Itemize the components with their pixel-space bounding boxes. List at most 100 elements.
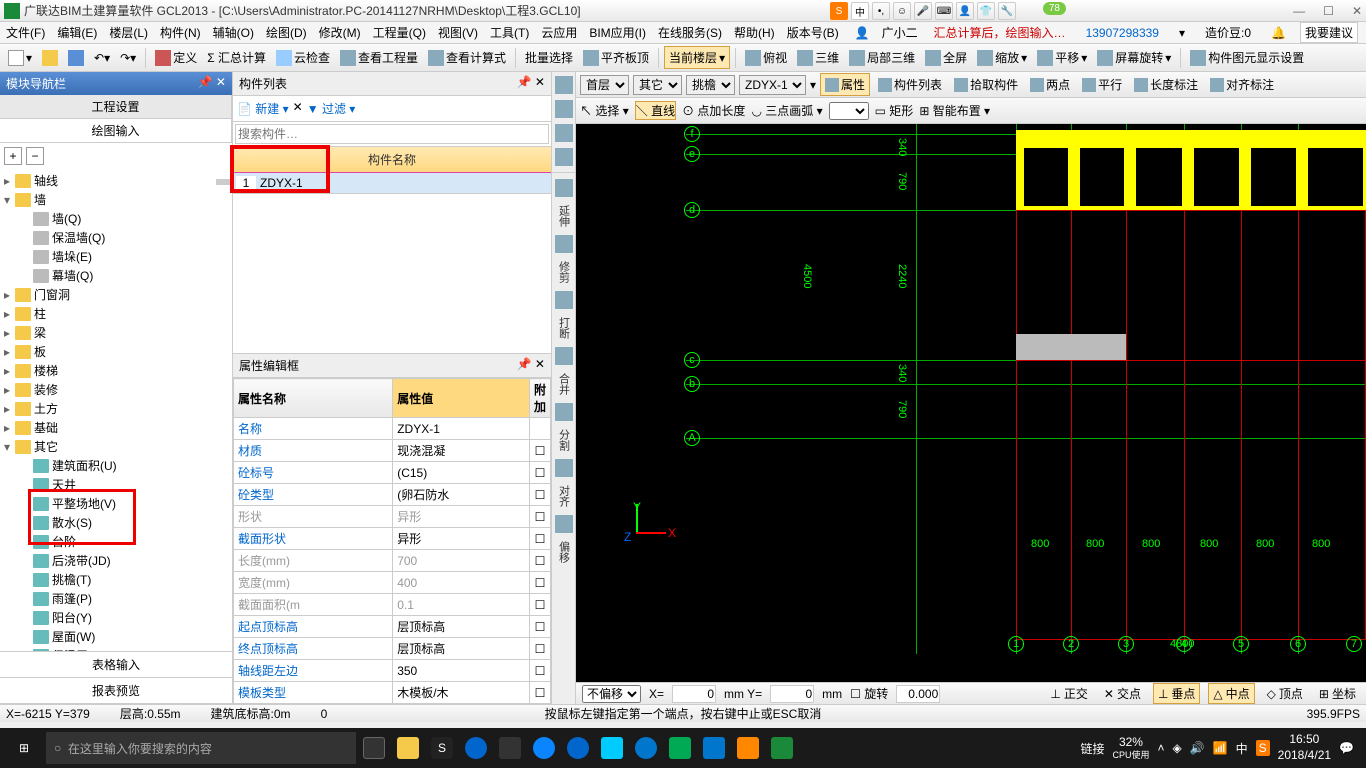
taskbar-search[interactable]: ○ 在这里输入你要搜索的内容 <box>46 732 356 764</box>
3d-button[interactable]: 三维 <box>793 47 843 68</box>
collapse-all-button[interactable]: − <box>26 147 44 165</box>
display-settings-button[interactable]: 构件图元显示设置 <box>1186 47 1308 68</box>
offset-button[interactable]: 偏移 <box>556 539 572 565</box>
menu-version[interactable]: 版本号(B) <box>781 24 845 41</box>
rotate-button[interactable]: 屏幕旋转▾ <box>1093 47 1175 68</box>
task-icon[interactable] <box>596 732 628 764</box>
break-button[interactable]: 打断 <box>556 315 572 341</box>
task-icon[interactable] <box>528 732 560 764</box>
menu-file[interactable]: 文件(F) <box>0 24 51 41</box>
ime-lang-icon[interactable]: 中 <box>851 2 869 20</box>
vtool-icon[interactable] <box>555 347 573 365</box>
parallel-button[interactable]: 平行 <box>1078 74 1126 95</box>
tray-network-icon[interactable]: 📶 <box>1213 741 1228 755</box>
vtool-icon[interactable] <box>555 459 573 477</box>
task-icon[interactable] <box>664 732 696 764</box>
arc-options[interactable] <box>829 102 869 120</box>
pan-button[interactable]: 平移▾ <box>1033 47 1091 68</box>
define-button[interactable]: 定义 <box>151 47 201 68</box>
pick-button[interactable]: 拾取构件 <box>950 74 1022 95</box>
delete-icon[interactable]: ✕ <box>293 100 303 117</box>
minimize-icon[interactable]: — <box>1293 4 1305 18</box>
zoom-button[interactable]: 缩放▾ <box>973 47 1031 68</box>
view-qty-button[interactable]: 查看工程量 <box>336 47 422 68</box>
task-icon[interactable] <box>766 732 798 764</box>
view-calc-button[interactable]: 查看计算式 <box>424 47 510 68</box>
vtool-icon[interactable] <box>555 515 573 533</box>
task-icon[interactable] <box>698 732 730 764</box>
task-icon[interactable] <box>732 732 764 764</box>
suggest-button[interactable]: 我要建议 <box>1300 22 1358 43</box>
pin-icon[interactable]: 📌 ✕ <box>198 75 226 92</box>
user-name[interactable]: 广小二 <box>876 24 924 41</box>
ime-skin-icon[interactable]: 👕 <box>977 2 995 20</box>
tab-draw-input[interactable]: 绘图输入 <box>0 119 232 142</box>
rotation-input[interactable] <box>896 685 940 703</box>
align-dim-button[interactable]: 对齐标注 <box>1206 74 1278 95</box>
tray-dropbox-icon[interactable]: ◈ <box>1172 741 1181 755</box>
vtool-icon[interactable] <box>555 148 573 166</box>
start-button[interactable]: ⊞ <box>4 732 44 764</box>
two-point-button[interactable]: 两点 <box>1026 74 1074 95</box>
menu-quantity[interactable]: 工程量(Q) <box>367 24 432 41</box>
floor-select[interactable]: 首层 <box>580 75 629 95</box>
category-select[interactable]: 其它 <box>633 75 682 95</box>
menu-component[interactable]: 构件(N) <box>154 24 207 41</box>
task-icon[interactable] <box>392 732 424 764</box>
ime-user-icon[interactable]: 👤 <box>956 2 974 20</box>
search-input[interactable] <box>235 124 549 144</box>
open-icon[interactable] <box>38 48 62 68</box>
coord-snap[interactable]: ⊞ 坐标 <box>1315 684 1360 703</box>
current-floor-button[interactable]: 当前楼层▾ <box>664 46 730 69</box>
point-length-tool[interactable]: ⊙ 点加长度 <box>682 102 745 119</box>
filter-button[interactable]: ▼ 过滤 ▾ <box>307 100 356 117</box>
property-button[interactable]: 属性 <box>820 73 870 96</box>
menu-bim[interactable]: BIM应用(I) <box>583 24 652 41</box>
rect-tool[interactable]: ▭ 矩形 <box>875 102 914 119</box>
undo-icon[interactable]: ↶▾ <box>90 49 114 67</box>
tray-ime-icon[interactable]: 中 <box>1236 740 1248 757</box>
align-button[interactable]: 对齐 <box>556 483 572 509</box>
vtool-icon[interactable] <box>555 179 573 197</box>
close-icon[interactable]: ✕ <box>1352 4 1362 18</box>
task-icon[interactable] <box>358 732 390 764</box>
menu-floor[interactable]: 楼层(L) <box>103 24 154 41</box>
tray-volume-icon[interactable]: 🔊 <box>1190 741 1205 755</box>
tab-project-settings[interactable]: 工程设置 <box>0 95 232 118</box>
extend-button[interactable]: 延伸 <box>556 203 572 229</box>
task-icon[interactable]: S <box>426 732 458 764</box>
menu-view[interactable]: 视图(V) <box>432 24 484 41</box>
menu-online[interactable]: 在线服务(S) <box>652 24 728 41</box>
batch-select-button[interactable]: 批量选择 <box>521 47 577 68</box>
y-input[interactable] <box>770 685 814 703</box>
phone-number[interactable]: 13907298339 <box>1080 26 1165 40</box>
scrollbar-thumb[interactable] <box>216 179 232 185</box>
cross-snap[interactable]: ✕ 交点 <box>1100 684 1145 703</box>
ime-tool-icon[interactable]: 🔧 <box>998 2 1016 20</box>
fullscreen-button[interactable]: 全屏 <box>921 47 971 68</box>
task-icon[interactable] <box>460 732 492 764</box>
task-icon[interactable] <box>494 732 526 764</box>
perp-snap[interactable]: ⊥ 垂点 <box>1153 683 1200 704</box>
tab-table-input[interactable]: 表格输入 <box>0 652 232 678</box>
ime-mic-icon[interactable]: 🎤 <box>914 2 932 20</box>
cloud-check-button[interactable]: 云检查 <box>272 47 334 68</box>
tab-report-preview[interactable]: 报表预览 <box>0 678 232 704</box>
offset-select[interactable]: 不偏移 <box>582 685 641 703</box>
bell-icon[interactable]: 🔔 <box>1265 26 1292 40</box>
vtool-icon[interactable] <box>555 235 573 253</box>
line-tool[interactable]: ＼ 直线 <box>635 101 676 120</box>
task-icon[interactable] <box>630 732 662 764</box>
menu-tool[interactable]: 工具(T) <box>484 24 535 41</box>
sogou-icon[interactable]: S <box>830 2 848 20</box>
ime-punct-icon[interactable]: •, <box>872 2 890 20</box>
link-label[interactable]: 链接 <box>1080 740 1104 757</box>
new-component-button[interactable]: 📄 新建 ▾ <box>237 100 289 117</box>
vtool-icon[interactable] <box>555 291 573 309</box>
x-input[interactable] <box>672 685 716 703</box>
list-row[interactable]: 1ZDYX-1 <box>233 173 551 194</box>
vtool-icon[interactable] <box>555 403 573 421</box>
align-slab-button[interactable]: 平齐板顶 <box>579 47 653 68</box>
mid-snap[interactable]: △ 中点 <box>1208 683 1254 704</box>
length-dim-button[interactable]: 长度标注 <box>1130 74 1202 95</box>
